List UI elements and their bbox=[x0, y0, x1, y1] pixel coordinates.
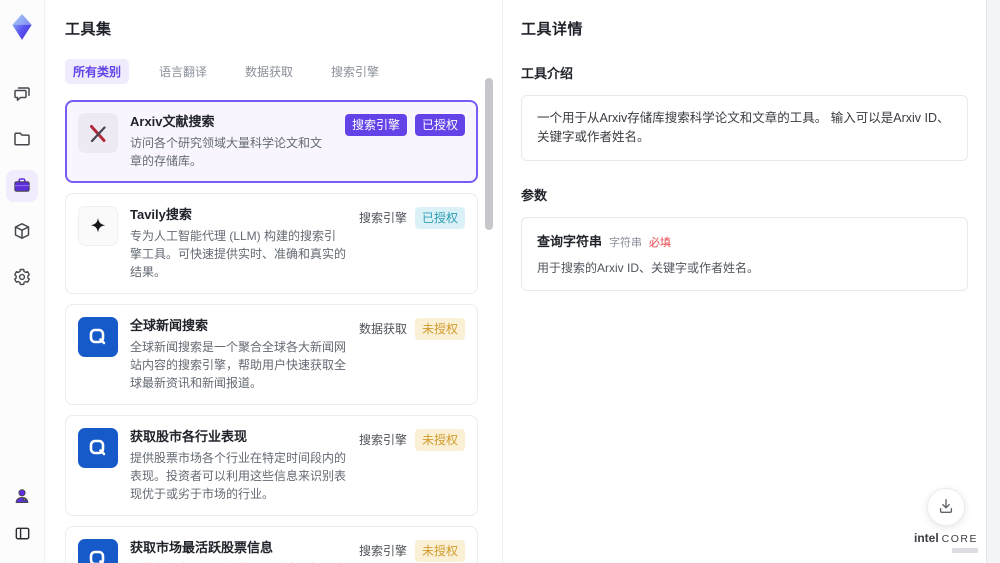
category-badge: 搜索引擎 bbox=[358, 433, 407, 447]
tool-text: 获取股市各行业表现 提供股票市场各个行业在特定时间段内的表现。投资者可以利用这些… bbox=[130, 428, 347, 503]
category-badge: 搜索引擎 bbox=[358, 211, 407, 225]
category-badge: 数据获取 bbox=[358, 322, 407, 336]
tool-text: 全球新闻搜索 全球新闻搜索是一个聚合全球各大新闻网站内容的搜索引擎，帮助用户快速… bbox=[130, 317, 347, 392]
q-blue-icon bbox=[78, 317, 118, 357]
core-logo-text: CORE bbox=[941, 533, 978, 545]
tool-badges: 搜索引擎 已授权 bbox=[344, 113, 465, 136]
tool-list-panel: 工具集 所有类别 语言翻译 数据获取 搜索引擎 Arxiv文献搜索 访问各个研究… bbox=[45, 0, 503, 563]
params-heading: 参数 bbox=[521, 188, 548, 203]
intel-ultra-mark bbox=[952, 548, 978, 553]
auth-status-badge: 未授权 bbox=[414, 429, 465, 451]
download-icon bbox=[937, 497, 955, 518]
cube-icon bbox=[12, 221, 32, 244]
category-badge: 搜索引擎 bbox=[344, 114, 407, 136]
chat-icon bbox=[12, 83, 32, 106]
tab-all-categories[interactable]: 所有类别 bbox=[65, 59, 130, 84]
page-title: 工具集 bbox=[65, 21, 112, 38]
intro-text: 一个用于从Arxiv存储库搜索科学论文和文章的工具。 输入可以是Arxiv ID… bbox=[537, 111, 950, 144]
q-blue-icon bbox=[78, 428, 118, 468]
param-name: 查询字符串 bbox=[537, 234, 603, 249]
window-edge bbox=[986, 0, 1000, 563]
folder-icon bbox=[12, 129, 32, 152]
tool-name: 获取股市各行业表现 bbox=[130, 429, 248, 444]
tool-detail-panel: 工具详情 工具介绍 一个用于从Arxiv存储库搜索科学论文和文章的工具。 输入可… bbox=[503, 0, 986, 563]
corner-widgets: intel CORE bbox=[914, 488, 978, 553]
intro-heading: 工具介绍 bbox=[521, 66, 574, 81]
tool-name: 获取市场最活跃股票信息 bbox=[130, 540, 274, 555]
tool-text: 获取市场最活跃股票信息 提供当天交易量最高的股票列表，投资者可以利用这些信息来识… bbox=[130, 539, 347, 563]
tool-name: 全球新闻搜索 bbox=[130, 318, 209, 333]
collapse-sidebar-button[interactable] bbox=[6, 519, 38, 551]
plugins-nav-button[interactable] bbox=[6, 216, 38, 248]
tool-badges: 搜索引擎 未授权 bbox=[359, 539, 465, 562]
tool-description: 访问各个研究领域大量科学论文和文章的存储库。 bbox=[130, 136, 323, 168]
tool-text: Arxiv文献搜索 访问各个研究领域大量科学论文和文章的存储库。 bbox=[130, 113, 333, 170]
tool-card-most-active-stocks[interactable]: 获取市场最活跃股票信息 提供当天交易量最高的股票列表，投资者可以利用这些信息来识… bbox=[65, 526, 478, 563]
rail-bottom bbox=[6, 481, 38, 551]
tool-name: Tavily搜索 bbox=[130, 207, 192, 222]
tools-nav-button[interactable] bbox=[6, 170, 38, 202]
auth-status-badge: 已授权 bbox=[414, 207, 465, 229]
tool-text: Tavily搜索 专为人工智能代理 (LLM) 构建的搜索引擎工具。可快速提供实… bbox=[130, 206, 347, 281]
icon-rail bbox=[0, 0, 45, 563]
download-button[interactable] bbox=[926, 488, 965, 526]
tool-badges: 搜索引擎 未授权 bbox=[359, 428, 465, 451]
briefcase-icon bbox=[12, 175, 32, 198]
tavily-star-icon bbox=[78, 206, 118, 246]
param-type: 字符串 bbox=[609, 237, 643, 249]
auth-status-badge: 未授权 bbox=[414, 318, 465, 340]
tool-card-arxiv[interactable]: Arxiv文献搜索 访问各个研究领域大量科学论文和文章的存储库。 搜索引擎 已授… bbox=[65, 100, 478, 183]
collapse-panel-icon bbox=[13, 524, 32, 546]
chat-nav-button[interactable] bbox=[6, 78, 38, 110]
rail-nav bbox=[6, 78, 38, 294]
arxiv-logo-icon bbox=[78, 113, 118, 153]
auth-status-badge: 未授权 bbox=[414, 540, 465, 562]
category-badge: 搜索引擎 bbox=[358, 544, 407, 558]
intel-logo-text: intel bbox=[913, 531, 939, 545]
settings-nav-button[interactable] bbox=[6, 262, 38, 294]
tool-list: Arxiv文献搜索 访问各个研究领域大量科学论文和文章的存储库。 搜索引擎 已授… bbox=[65, 100, 478, 563]
tool-name: Arxiv文献搜索 bbox=[130, 114, 215, 129]
tab-search-engine[interactable]: 搜索引擎 bbox=[323, 59, 387, 84]
tool-card-sector-performance[interactable]: 获取股市各行业表现 提供股票市场各个行业在特定时间段内的表现。投资者可以利用这些… bbox=[65, 415, 478, 516]
tool-card-tavily[interactable]: Tavily搜索 专为人工智能代理 (LLM) 构建的搜索引擎工具。可快速提供实… bbox=[65, 193, 478, 294]
user-avatar-icon bbox=[12, 486, 32, 509]
q-blue-icon bbox=[78, 539, 118, 563]
user-profile-button[interactable] bbox=[6, 481, 38, 513]
detail-title: 工具详情 bbox=[521, 21, 584, 38]
tool-badges: 搜索引擎 已授权 bbox=[359, 206, 465, 229]
auth-status-badge: 已授权 bbox=[414, 114, 465, 136]
app-window: 工具集 所有类别 语言翻译 数据获取 搜索引擎 Arxiv文献搜索 访问各个研究… bbox=[0, 0, 1000, 563]
files-nav-button[interactable] bbox=[6, 124, 38, 156]
param-box: 查询字符串 字符串 必填 用于搜索的Arxiv ID、关键字或作者姓名。 bbox=[521, 217, 968, 291]
tool-description: 提供股票市场各个行业在特定时间段内的表现。投资者可以利用这些信息来识别表现优于或… bbox=[130, 451, 347, 501]
tab-language-translation[interactable]: 语言翻译 bbox=[151, 59, 215, 84]
category-tabs: 所有类别 语言翻译 数据获取 搜索引擎 bbox=[65, 59, 478, 84]
tab-data-fetch[interactable]: 数据获取 bbox=[237, 59, 301, 84]
intel-core-badge: intel CORE bbox=[914, 532, 978, 553]
tool-badges: 数据获取 未授权 bbox=[359, 317, 465, 340]
param-description: 用于搜索的Arxiv ID、关键字或作者姓名。 bbox=[537, 261, 760, 275]
app-logo-icon[interactable] bbox=[5, 10, 39, 44]
scrollbar-thumb[interactable] bbox=[485, 78, 493, 230]
param-required-flag: 必填 bbox=[649, 237, 672, 249]
tool-card-global-news[interactable]: 全球新闻搜索 全球新闻搜索是一个聚合全球各大新闻网站内容的搜索引擎，帮助用户快速… bbox=[65, 304, 478, 405]
intro-box: 一个用于从Arxiv存储库搜索科学论文和文章的工具。 输入可以是Arxiv ID… bbox=[521, 95, 968, 161]
tool-description: 专为人工智能代理 (LLM) 构建的搜索引擎工具。可快速提供实时、准确和真实的结… bbox=[130, 229, 347, 279]
scrollbar-track[interactable] bbox=[485, 70, 493, 550]
gear-icon bbox=[12, 267, 32, 290]
tool-description: 全球新闻搜索是一个聚合全球各大新闻网站内容的搜索引擎，帮助用户快速获取全球最新资… bbox=[130, 340, 347, 390]
param-header: 查询字符串 字符串 必填 bbox=[537, 231, 952, 250]
